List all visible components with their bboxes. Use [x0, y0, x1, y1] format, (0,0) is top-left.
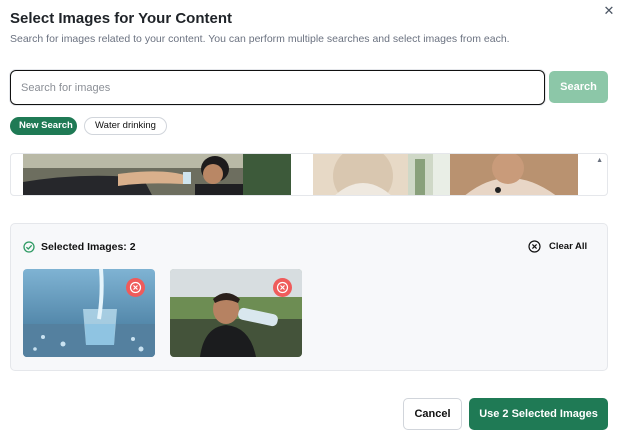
x-circle-icon — [528, 240, 541, 253]
new-search-chip[interactable]: New Search — [10, 117, 77, 135]
selected-images-panel: Selected Images: 2 Clear All — [10, 223, 608, 371]
result-image[interactable] — [23, 154, 291, 196]
search-results-strip[interactable]: ▲ — [10, 153, 608, 196]
clear-all-button[interactable]: Clear All — [528, 240, 587, 253]
remove-icon — [129, 281, 142, 294]
cancel-button[interactable]: Cancel — [403, 398, 462, 430]
selected-header: Selected Images: 2 — [23, 241, 136, 253]
dialog-subtitle: Search for images related to your conten… — [10, 33, 510, 45]
result-image[interactable] — [313, 154, 578, 196]
check-circle-icon — [23, 241, 35, 253]
close-icon[interactable]: ✕ — [600, 2, 618, 20]
selected-count-label: Selected Images: 2 — [41, 241, 136, 253]
dialog-title: Select Images for Your Content — [10, 10, 232, 27]
clear-all-label: Clear All — [549, 241, 588, 252]
scroll-up-icon[interactable]: ▲ — [596, 157, 603, 164]
selected-image-card — [170, 269, 302, 357]
search-button[interactable]: Search — [549, 71, 608, 103]
image-selection-dialog: Select Images for Your Content Search fo… — [0, 0, 626, 440]
search-query-chip[interactable]: Water drinking — [84, 117, 167, 135]
search-input[interactable] — [10, 70, 545, 105]
selected-image-card — [23, 269, 155, 357]
remove-icon — [276, 281, 289, 294]
use-selected-images-button[interactable]: Use 2 Selected Images — [469, 398, 608, 430]
remove-image-button[interactable] — [126, 278, 145, 297]
remove-image-button[interactable] — [273, 278, 292, 297]
